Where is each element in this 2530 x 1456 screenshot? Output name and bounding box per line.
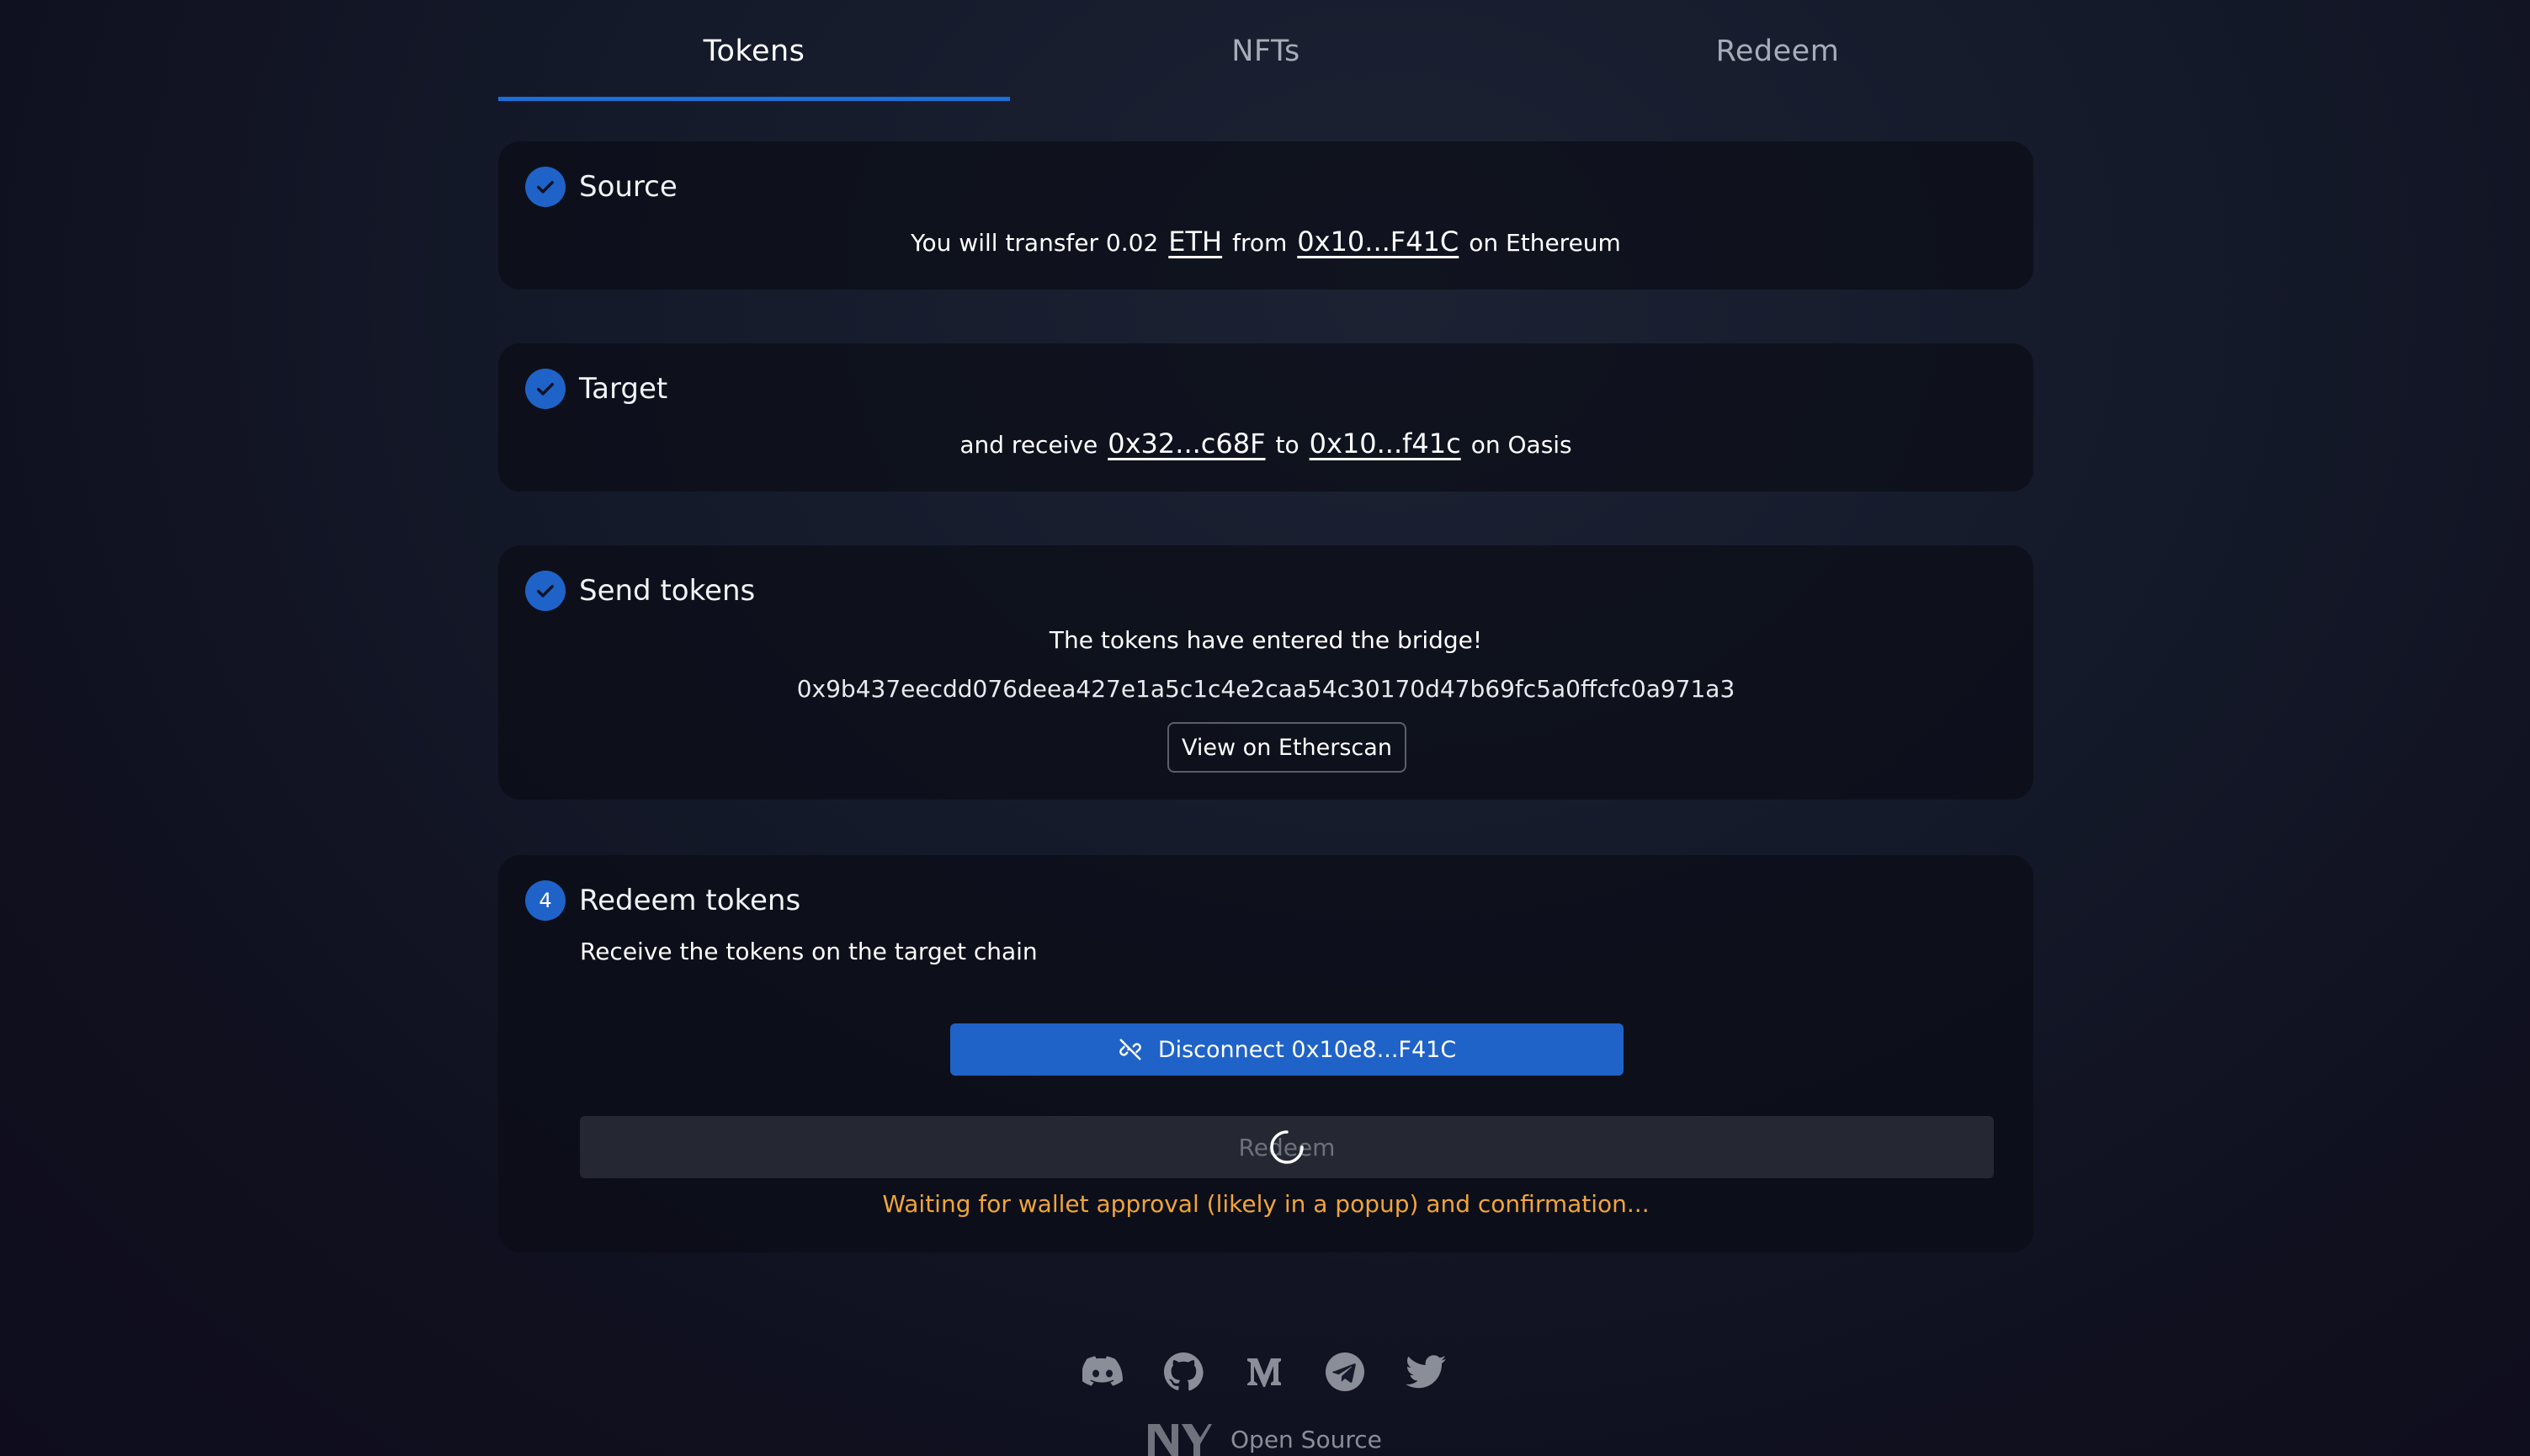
- source-from-word: from: [1232, 229, 1288, 257]
- send-title: Send tokens: [579, 574, 756, 608]
- check-icon: [525, 369, 566, 409]
- github-icon[interactable]: [1161, 1350, 1205, 1394]
- target-to-word: to: [1275, 431, 1300, 459]
- discord-icon[interactable]: [1081, 1350, 1124, 1394]
- target-prefix: and receive: [959, 431, 1098, 459]
- target-address-link[interactable]: 0x10...f41c: [1310, 428, 1461, 460]
- redeem-button[interactable]: Redeem: [580, 1116, 1994, 1178]
- open-source-label: Open Source: [1230, 1425, 1382, 1453]
- tab-tokens[interactable]: Tokens: [498, 0, 1010, 101]
- target-header: Target: [525, 369, 667, 409]
- disconnect-label: Disconnect 0x10e8...F41C: [1157, 1036, 1457, 1063]
- target-token-link[interactable]: 0x32...c68F: [1108, 428, 1265, 460]
- target-title: Target: [579, 372, 668, 406]
- redeem-header: 4 Redeem tokens: [525, 880, 800, 921]
- source-prefix: You will transfer 0.02: [911, 229, 1159, 257]
- redeem-title: Redeem tokens: [579, 884, 801, 917]
- target-card: Target and receive 0x32...c68F to 0x10...f4…: [498, 343, 2033, 492]
- telegram-icon[interactable]: [1323, 1350, 1367, 1394]
- send-header: Send tokens: [525, 571, 755, 611]
- target-summary: and receive 0x32...c68F to 0x10...f41c on Oa…: [498, 428, 2033, 460]
- status-warning: Waiting for wallet approval (likely in a…: [882, 1190, 1650, 1218]
- disconnect-wallet-button[interactable]: Disconnect 0x10e8...F41C: [950, 1023, 1624, 1076]
- send-tokens-card: Send tokens The tokens have entered the …: [498, 545, 2033, 800]
- source-token-link[interactable]: ETH: [1168, 226, 1222, 258]
- medium-icon[interactable]: [1242, 1350, 1286, 1394]
- check-icon: [525, 167, 566, 207]
- source-address-link[interactable]: 0x10...F41C: [1297, 226, 1459, 258]
- source-summary: You will transfer 0.02 ETH from 0x10...F41C…: [498, 226, 2033, 258]
- twitter-icon[interactable]: [1404, 1350, 1448, 1394]
- source-chain: on Ethereum: [1469, 229, 1621, 257]
- source-title: Source: [579, 170, 678, 204]
- logo-icon: [1148, 1424, 1212, 1456]
- tab-nfts[interactable]: NFTs: [1010, 0, 1522, 101]
- source-header: Source: [525, 167, 678, 207]
- check-icon: [525, 571, 566, 611]
- redeem-subtitle: Receive the tokens on the target chain: [580, 938, 1038, 965]
- tab-bar: Tokens NFTs Redeem: [498, 0, 2033, 101]
- tx-hash: 0x9b437eecdd076deea427e1a5c1c4e2caa54c30…: [796, 675, 1735, 703]
- loading-spinner-icon: [1270, 1130, 1304, 1164]
- send-message: The tokens have entered the bridge!: [1049, 626, 1483, 654]
- source-card: Source You will transfer 0.02 ETH from 0x10…: [498, 141, 2033, 290]
- social-links: [1081, 1350, 1448, 1394]
- open-source-badge[interactable]: Open Source: [1146, 1422, 1382, 1456]
- unlink-icon: [1118, 1037, 1143, 1062]
- target-chain: on Oasis: [1470, 431, 1572, 459]
- redeem-card: 4 Redeem tokens Receive the tokens on th…: [498, 855, 2033, 1252]
- view-on-etherscan-button[interactable]: View on Etherscan: [1167, 722, 1406, 773]
- main-container: Tokens NFTs Redeem Source You will trans…: [498, 0, 2033, 1252]
- step-number-badge: 4: [525, 880, 566, 921]
- tab-redeem[interactable]: Redeem: [1522, 0, 2033, 101]
